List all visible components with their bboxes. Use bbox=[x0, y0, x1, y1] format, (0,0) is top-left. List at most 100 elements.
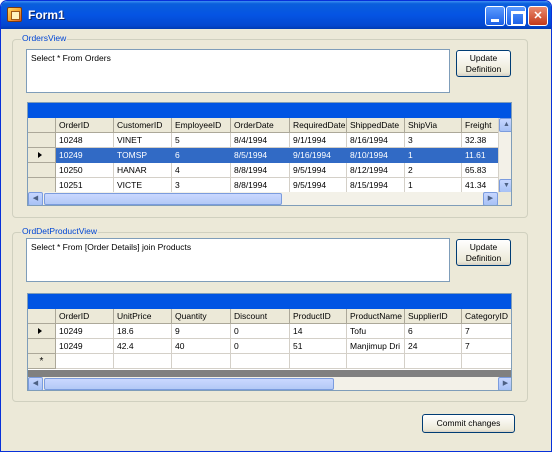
table-cell[interactable]: 1 bbox=[405, 148, 462, 163]
column-header[interactable]: ShipVia bbox=[405, 118, 462, 133]
details-query-input[interactable]: Select * From [Order Details] join Produ… bbox=[26, 238, 450, 282]
column-header[interactable]: EmployeeID bbox=[172, 118, 231, 133]
table-cell[interactable]: 41.34 bbox=[462, 178, 502, 193]
table-cell[interactable]: 10251 bbox=[56, 178, 114, 193]
table-row[interactable]: 10251 VICTE 3 8/8/1994 9/5/1994 8/15/1994 1 41.… bbox=[28, 178, 502, 193]
new-row[interactable]: * bbox=[28, 354, 511, 369]
column-header[interactable]: OrderDate bbox=[231, 118, 290, 133]
table-cell[interactable]: 8/8/1994 bbox=[231, 163, 290, 178]
table-cell[interactable]: 9 bbox=[172, 324, 231, 339]
table-cell[interactable]: 9/5/1994 bbox=[290, 163, 347, 178]
table-cell[interactable] bbox=[290, 354, 347, 369]
row-header[interactable] bbox=[28, 148, 56, 163]
details-horizontal-scrollbar[interactable]: ◀ ▶ bbox=[28, 377, 511, 390]
table-cell[interactable]: 8/12/1994 bbox=[347, 163, 405, 178]
orders-hscroll-thumb[interactable] bbox=[44, 193, 282, 205]
table-cell[interactable]: HANAR bbox=[114, 163, 172, 178]
table-cell[interactable]: 3 bbox=[172, 178, 231, 193]
table-cell[interactable]: 3 bbox=[405, 133, 462, 148]
table-cell[interactable]: 24 bbox=[405, 339, 462, 354]
table-cell[interactable] bbox=[405, 354, 462, 369]
orders-grid[interactable]: OrderID CustomerID EmployeeID OrderDate Requ… bbox=[27, 102, 512, 206]
table-cell[interactable]: 0 bbox=[231, 339, 290, 354]
table-cell[interactable] bbox=[347, 354, 405, 369]
table-cell[interactable]: 42.4 bbox=[114, 339, 172, 354]
new-row-star-icon[interactable]: * bbox=[28, 354, 56, 369]
table-cell[interactable]: 8/10/1994 bbox=[347, 148, 405, 163]
orders-horizontal-scrollbar[interactable]: ◀ ▶ bbox=[28, 192, 498, 205]
table-cell[interactable]: 1 bbox=[405, 178, 462, 193]
table-cell[interactable]: 10249 bbox=[56, 339, 114, 354]
scroll-down-icon[interactable]: ▼ bbox=[499, 179, 511, 193]
table-cell[interactable]: 7 bbox=[462, 324, 511, 339]
table-cell[interactable] bbox=[231, 354, 290, 369]
column-header[interactable]: Discount bbox=[231, 309, 290, 324]
close-button[interactable]: ✕ bbox=[528, 6, 548, 26]
table-cell[interactable]: 9/5/1994 bbox=[290, 178, 347, 193]
table-cell[interactable]: 6 bbox=[172, 148, 231, 163]
column-header[interactable]: RequiredDate bbox=[290, 118, 347, 133]
table-row[interactable]: 10249 18.6 9 0 14 Tofu 6 7 bbox=[28, 324, 511, 339]
table-cell[interactable]: 8/4/1994 bbox=[231, 133, 290, 148]
scroll-left-icon[interactable]: ◀ bbox=[28, 377, 43, 390]
table-cell[interactable] bbox=[114, 354, 172, 369]
scroll-right-icon[interactable]: ▶ bbox=[483, 192, 498, 205]
title-bar[interactable]: Form1 ✕ bbox=[1, 1, 551, 29]
details-hscroll-thumb[interactable] bbox=[44, 378, 334, 390]
table-row[interactable]: 10249 TOMSP 6 8/5/1994 9/16/1994 8/10/1994 1 11… bbox=[28, 148, 502, 163]
column-header[interactable]: SupplierID bbox=[405, 309, 462, 324]
column-header[interactable]: ShippedDate bbox=[347, 118, 405, 133]
table-cell[interactable]: 32.38 bbox=[462, 133, 502, 148]
row-header[interactable] bbox=[28, 163, 56, 178]
commit-changes-button[interactable]: Commit changes bbox=[422, 414, 515, 433]
table-cell[interactable]: 0 bbox=[231, 324, 290, 339]
table-cell[interactable]: 8/16/1994 bbox=[347, 133, 405, 148]
column-header[interactable]: CategoryID bbox=[462, 309, 511, 324]
table-cell[interactable]: 11.61 bbox=[462, 148, 502, 163]
column-header[interactable]: OrderID bbox=[56, 309, 114, 324]
orders-vertical-scrollbar[interactable]: ▲ ▼ bbox=[498, 118, 511, 193]
header-corner[interactable] bbox=[28, 309, 56, 324]
column-header[interactable]: Quantity bbox=[172, 309, 231, 324]
column-header[interactable]: ProductID bbox=[290, 309, 347, 324]
table-cell[interactable]: 7 bbox=[462, 339, 511, 354]
table-cell[interactable]: 65.83 bbox=[462, 163, 502, 178]
table-cell[interactable]: 9/1/1994 bbox=[290, 133, 347, 148]
header-corner[interactable] bbox=[28, 118, 56, 133]
column-header[interactable]: ProductName bbox=[347, 309, 405, 324]
details-update-definition-button[interactable]: Update Definition bbox=[456, 239, 511, 266]
table-cell[interactable] bbox=[56, 354, 114, 369]
table-cell[interactable]: 10249 bbox=[56, 324, 114, 339]
table-cell[interactable]: 8/5/1994 bbox=[231, 148, 290, 163]
app-icon[interactable] bbox=[7, 7, 22, 22]
table-cell[interactable]: 8/15/1994 bbox=[347, 178, 405, 193]
scroll-left-icon[interactable]: ◀ bbox=[28, 192, 43, 205]
table-row[interactable]: 10248 VINET 5 8/4/1994 9/1/1994 8/16/1994 3 32.… bbox=[28, 133, 502, 148]
column-header[interactable]: CustomerID bbox=[114, 118, 172, 133]
table-cell[interactable]: 10250 bbox=[56, 163, 114, 178]
minimize-button[interactable] bbox=[485, 6, 505, 26]
orders-update-definition-button[interactable]: Update Definition bbox=[456, 50, 511, 77]
table-cell[interactable]: 10248 bbox=[56, 133, 114, 148]
column-header[interactable]: OrderID bbox=[56, 118, 114, 133]
table-row[interactable]: 10249 42.4 40 0 51 Manjimup Dri 24 7 bbox=[28, 339, 511, 354]
table-cell[interactable]: Manjimup Dri bbox=[347, 339, 405, 354]
row-header[interactable] bbox=[28, 178, 56, 193]
table-cell[interactable]: Tofu bbox=[347, 324, 405, 339]
scroll-up-icon[interactable]: ▲ bbox=[499, 118, 511, 132]
table-cell[interactable]: 8/8/1994 bbox=[231, 178, 290, 193]
table-cell[interactable]: VICTE bbox=[114, 178, 172, 193]
table-cell[interactable]: 18.6 bbox=[114, 324, 172, 339]
table-cell[interactable] bbox=[172, 354, 231, 369]
table-cell[interactable]: 2 bbox=[405, 163, 462, 178]
orders-query-input[interactable]: Select * From Orders bbox=[26, 49, 450, 93]
table-cell[interactable]: 6 bbox=[405, 324, 462, 339]
row-header[interactable] bbox=[28, 133, 56, 148]
table-cell[interactable] bbox=[462, 354, 511, 369]
table-cell[interactable]: 51 bbox=[290, 339, 347, 354]
table-row[interactable]: 10250 HANAR 4 8/8/1994 9/5/1994 8/12/1994 2 65.… bbox=[28, 163, 502, 178]
column-header[interactable]: UnitPrice bbox=[114, 309, 172, 324]
table-cell[interactable]: 40 bbox=[172, 339, 231, 354]
scroll-right-icon[interactable]: ▶ bbox=[498, 377, 511, 390]
row-header[interactable] bbox=[28, 324, 56, 339]
